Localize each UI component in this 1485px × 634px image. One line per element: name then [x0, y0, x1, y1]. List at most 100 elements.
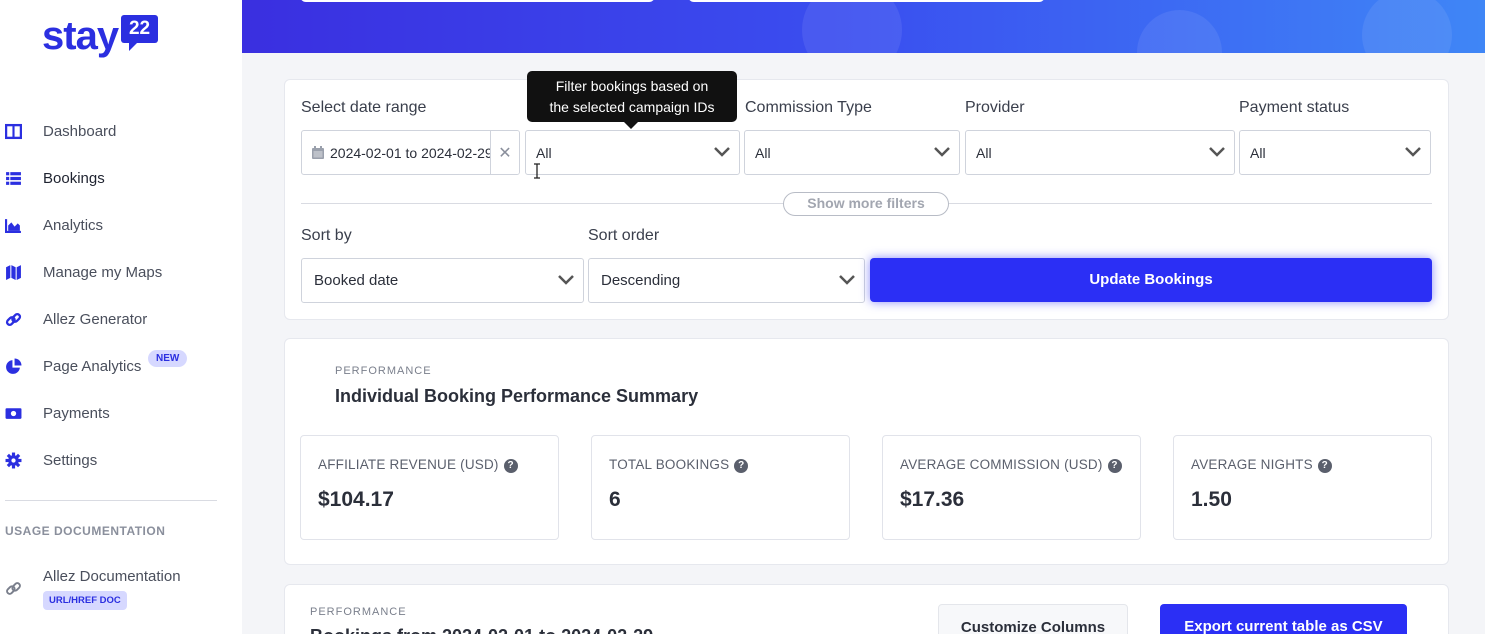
sort-order-label: Sort order [588, 227, 660, 244]
date-range-input[interactable]: 2024-02-01 to 2024-02-29 ✕ [301, 130, 520, 175]
sidebar-item-dashboard[interactable]: Dashboard [0, 111, 242, 151]
chevron-down-icon [839, 275, 855, 285]
payment-status-select[interactable]: All [1239, 130, 1431, 175]
tooltip-line-1: Filter bookings based on [555, 78, 709, 94]
provider-value: All [976, 144, 992, 161]
payment-status-value: All [1250, 144, 1266, 161]
provider-label: Provider [965, 99, 1025, 116]
bookings-table-title: Bookings from 2024-02-01 to 2024-02-29 [310, 626, 653, 634]
gear-icon [5, 452, 22, 468]
sidebar-item-label: Payments [43, 404, 110, 422]
date-range-value: 2024-02-01 to 2024-02-29 [330, 145, 493, 161]
url-href-doc-badge: URL/HREF DOC [43, 591, 127, 610]
tooltip-line-2: the selected campaign IDs [549, 99, 715, 115]
stat-average-commission: AVERAGE COMMISSION (USD)? $17.36 [882, 435, 1141, 540]
calendar-icon [312, 146, 324, 159]
hero-input-left[interactable] [300, 0, 655, 2]
stat-value: $17.36 [900, 488, 965, 511]
stat-label-text: AFFILIATE REVENUE (USD) [318, 457, 499, 472]
stat-label: AVERAGE COMMISSION (USD)? [900, 457, 1122, 473]
sidebar-item-label: Allez Documentation [43, 567, 181, 585]
link-icon [5, 312, 22, 326]
sort-order-value: Descending [601, 272, 681, 289]
pie-chart-icon [6, 358, 22, 374]
stat-value: 6 [609, 488, 621, 511]
performance-title: Individual Booking Performance Summary [335, 386, 699, 406]
sidebar-divider [5, 500, 217, 501]
sort-by-label: Sort by [301, 227, 352, 244]
sidebar-item-payments[interactable]: Payments [0, 393, 242, 433]
campaign-tooltip: Filter bookings based on the selected ca… [527, 71, 737, 129]
sidebar-item-label: Dashboard [43, 122, 117, 140]
sidebar-item-label: Manage my Maps [43, 263, 163, 281]
stat-value: $104.17 [318, 488, 394, 511]
map-icon [6, 264, 21, 280]
hotel-decoration [1137, 10, 1222, 53]
sidebar-item-label: Analytics [43, 216, 104, 234]
text-cursor-icon [534, 163, 540, 179]
list-icon [6, 171, 21, 185]
sidebar: stay 22 Dashboard Bookings Analytics Man… [0, 0, 242, 634]
new-badge: NEW [148, 350, 188, 367]
show-more-filters-button[interactable]: Show more filters [783, 192, 949, 216]
hero-banner [242, 0, 1485, 53]
sidebar-item-label: Allez Generator [43, 310, 148, 328]
sidebar-item-analytics[interactable]: Analytics [0, 205, 242, 245]
chevron-down-icon [934, 147, 950, 157]
commission-type-label: Commission Type [745, 99, 872, 116]
dashboard-icon [5, 123, 22, 139]
sidebar-item-allez-documentation[interactable]: Allez Documentation [0, 556, 242, 596]
sort-by-select[interactable]: Booked date [301, 258, 584, 303]
sidebar-item-allez-generator[interactable]: Allez Generator [0, 299, 242, 339]
logo-text: stay [42, 14, 119, 58]
sidebar-item-bookings[interactable]: Bookings [0, 158, 242, 198]
update-bookings-button[interactable]: Update Bookings [870, 258, 1432, 302]
commission-type-select[interactable]: All [744, 130, 960, 175]
circle-decoration [1362, 0, 1452, 53]
link-icon [6, 582, 21, 595]
logo-badge: 22 [121, 15, 159, 51]
campaign-select[interactable]: All [525, 130, 740, 175]
help-icon[interactable]: ? [1317, 459, 1332, 473]
sidebar-item-settings[interactable]: Settings [0, 440, 242, 480]
money-icon [5, 407, 22, 419]
commission-type-value: All [755, 144, 771, 161]
date-range-label: Select date range [301, 99, 427, 116]
stat-average-nights: AVERAGE NIGHTS? 1.50 [1173, 435, 1432, 540]
help-icon[interactable]: ? [503, 459, 518, 473]
sort-order-select[interactable]: Descending [588, 258, 865, 303]
sidebar-item-label: Page Analytics [43, 357, 142, 375]
stat-affiliate-revenue: AFFILIATE REVENUE (USD)? $104.17 [300, 435, 559, 540]
stat-label: AFFILIATE REVENUE (USD)? [318, 457, 518, 473]
location-pin-decoration [802, 0, 902, 53]
sidebar-item-manage-maps[interactable]: Manage my Maps [0, 252, 242, 292]
stat-label-text: TOTAL BOOKINGS [609, 457, 730, 472]
campaign-select-value: All [536, 144, 552, 161]
sidebar-item-label: Bookings [43, 169, 105, 187]
export-csv-button[interactable]: Export current table as CSV [1160, 604, 1407, 634]
stat-value: 1.50 [1191, 488, 1232, 511]
stat-total-bookings: TOTAL BOOKINGS? 6 [591, 435, 850, 540]
payment-status-label: Payment status [1239, 99, 1350, 116]
chevron-down-icon [558, 275, 574, 285]
stat-label: AVERAGE NIGHTS? [1191, 457, 1332, 473]
chevron-down-icon [1405, 147, 1421, 157]
sort-by-value: Booked date [314, 272, 399, 289]
chevron-down-icon [714, 147, 730, 157]
provider-select[interactable]: All [965, 130, 1235, 175]
stat-label: TOTAL BOOKINGS? [609, 457, 749, 473]
clear-date-button[interactable]: ✕ [490, 131, 519, 174]
customize-columns-button[interactable]: Customize Columns [938, 604, 1128, 634]
bookings-eyebrow: PERFORMANCE [310, 606, 407, 618]
chevron-down-icon [1209, 147, 1225, 157]
area-chart-icon [5, 218, 21, 233]
stat-label-text: AVERAGE COMMISSION (USD) [900, 457, 1103, 472]
sidebar-item-page-analytics[interactable]: Page Analytics NEW [0, 346, 242, 386]
help-icon[interactable]: ? [1107, 459, 1122, 473]
sidebar-item-label: Settings [43, 451, 98, 469]
close-icon: ✕ [498, 144, 512, 162]
stat-label-text: AVERAGE NIGHTS [1191, 457, 1313, 472]
help-icon[interactable]: ? [734, 459, 749, 473]
performance-eyebrow: PERFORMANCE [335, 365, 432, 377]
stay22-logo[interactable]: stay 22 [42, 14, 159, 58]
